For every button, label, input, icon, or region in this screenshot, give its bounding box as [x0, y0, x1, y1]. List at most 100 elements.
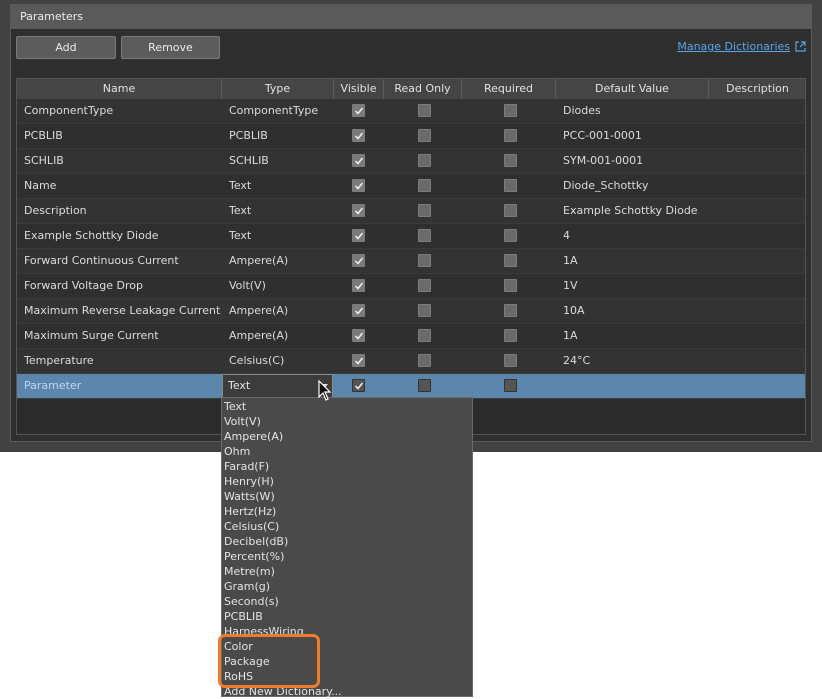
- table-row[interactable]: Example Schottky Diode Text 4: [17, 224, 805, 249]
- header-col-name[interactable]: Name: [17, 79, 222, 99]
- read-only-checkbox[interactable]: [418, 129, 431, 142]
- cell-type[interactable]: Ampere(A): [222, 324, 334, 348]
- visible-checkbox[interactable]: [352, 104, 365, 117]
- table-row[interactable]: Maximum Reverse Leakage Current Ampere(A)…: [17, 299, 805, 324]
- cell-default-value[interactable]: SYM-001-0001: [556, 149, 709, 173]
- cell-description[interactable]: [709, 349, 805, 373]
- read-only-checkbox[interactable]: [418, 179, 431, 192]
- header-col-type[interactable]: Type: [222, 79, 334, 99]
- cell-name[interactable]: PCBLIB: [17, 124, 222, 148]
- read-only-checkbox[interactable]: [418, 329, 431, 342]
- cell-description[interactable]: [709, 274, 805, 298]
- dropdown-option[interactable]: Henry(H): [224, 474, 274, 489]
- header-col-visible[interactable]: Visible: [334, 79, 384, 99]
- visible-checkbox[interactable]: [352, 304, 365, 317]
- dropdown-option[interactable]: Percent(%): [224, 549, 284, 564]
- required-checkbox[interactable]: [504, 129, 517, 142]
- cell-name[interactable]: Forward Voltage Drop: [17, 274, 222, 298]
- read-only-checkbox[interactable]: [418, 354, 431, 367]
- cell-default-value[interactable]: 4: [556, 224, 709, 248]
- cell-type[interactable]: Text: [222, 199, 334, 223]
- required-checkbox[interactable]: [504, 154, 517, 167]
- manage-dictionaries-link[interactable]: Manage Dictionaries: [677, 40, 806, 53]
- required-checkbox[interactable]: [504, 229, 517, 242]
- dropdown-option[interactable]: Hertz(Hz): [224, 504, 276, 519]
- cell-name[interactable]: Forward Continuous Current: [17, 249, 222, 273]
- remove-button[interactable]: Remove: [121, 36, 220, 59]
- header-col-description[interactable]: Description: [709, 79, 805, 99]
- cell-name[interactable]: Maximum Surge Current: [17, 324, 222, 348]
- cell-description[interactable]: [709, 99, 805, 123]
- table-row[interactable]: ComponentType ComponentType Diodes: [17, 99, 805, 124]
- read-only-checkbox[interactable]: [418, 279, 431, 292]
- cell-description[interactable]: [709, 249, 805, 273]
- cell-type[interactable]: ComponentType: [222, 99, 334, 123]
- table-row[interactable]: SCHLIB SCHLIB SYM-001-0001: [17, 149, 805, 174]
- required-checkbox[interactable]: [504, 304, 517, 317]
- cell-default-value[interactable]: 1V: [556, 274, 709, 298]
- cell-type[interactable]: SCHLIB: [222, 149, 334, 173]
- cell-name[interactable]: Parameter: [17, 374, 222, 398]
- cell-type[interactable]: Celsius(C): [222, 349, 334, 373]
- dropdown-option[interactable]: Ampere(A): [224, 429, 283, 444]
- cell-default-value[interactable]: 1A: [556, 324, 709, 348]
- read-only-checkbox[interactable]: [418, 154, 431, 167]
- header-col-default-value[interactable]: Default Value: [556, 79, 709, 99]
- visible-checkbox[interactable]: [352, 229, 365, 242]
- cell-type[interactable]: Ampere(A): [222, 249, 334, 273]
- dropdown-option[interactable]: Metre(m): [224, 564, 275, 579]
- cell-name[interactable]: Maximum Reverse Leakage Current: [17, 299, 222, 323]
- cell-default-value[interactable]: 24°C: [556, 349, 709, 373]
- required-checkbox[interactable]: [504, 104, 517, 117]
- required-checkbox[interactable]: [504, 329, 517, 342]
- table-row[interactable]: Forward Continuous Current Ampere(A) 1A: [17, 249, 805, 274]
- cell-default-value[interactable]: 1A: [556, 249, 709, 273]
- cell-description[interactable]: [709, 374, 805, 398]
- dropdown-option[interactable]: Volt(V): [224, 414, 261, 429]
- cell-type[interactable]: Ampere(A): [222, 299, 334, 323]
- cell-default-value[interactable]: PCC-001-0001: [556, 124, 709, 148]
- cell-default-value[interactable]: Diode_Schottky: [556, 174, 709, 198]
- read-only-checkbox[interactable]: [418, 254, 431, 267]
- cell-type[interactable]: PCBLIB: [222, 124, 334, 148]
- required-checkbox[interactable]: [504, 254, 517, 267]
- cell-name[interactable]: ComponentType: [17, 99, 222, 123]
- read-only-checkbox[interactable]: [418, 379, 431, 392]
- visible-checkbox[interactable]: [352, 354, 365, 367]
- cell-name[interactable]: SCHLIB: [17, 149, 222, 173]
- dropdown-option[interactable]: Watts(W): [224, 489, 275, 504]
- cell-type[interactable]: Volt(V): [222, 274, 334, 298]
- dropdown-option[interactable]: Text: [224, 399, 246, 414]
- required-checkbox[interactable]: [504, 354, 517, 367]
- read-only-checkbox[interactable]: [418, 304, 431, 317]
- cell-default-value[interactable]: [556, 374, 709, 398]
- table-row[interactable]: Forward Voltage Drop Volt(V) 1V: [17, 274, 805, 299]
- table-row[interactable]: Name Text Diode_Schottky: [17, 174, 805, 199]
- add-button[interactable]: Add: [16, 36, 116, 59]
- cell-name[interactable]: Temperature: [17, 349, 222, 373]
- required-checkbox[interactable]: [504, 204, 517, 217]
- header-col-read-only[interactable]: Read Only: [384, 79, 462, 99]
- read-only-checkbox[interactable]: [418, 104, 431, 117]
- required-checkbox[interactable]: [504, 379, 517, 392]
- table-row[interactable]: Temperature Celsius(C) 24°C: [17, 349, 805, 374]
- required-checkbox[interactable]: [504, 279, 517, 292]
- cell-default-value[interactable]: 10A: [556, 299, 709, 323]
- cell-name[interactable]: Description: [17, 199, 222, 223]
- dropdown-option[interactable]: PCBLIB: [224, 609, 263, 624]
- read-only-checkbox[interactable]: [418, 204, 431, 217]
- visible-checkbox[interactable]: [352, 279, 365, 292]
- dropdown-option[interactable]: Celsius(C): [224, 519, 279, 534]
- cell-default-value[interactable]: Example Schottky Diode: [556, 199, 709, 223]
- dropdown-option[interactable]: Gram(g): [224, 579, 270, 594]
- cell-description[interactable]: [709, 299, 805, 323]
- cell-type[interactable]: Text: [222, 224, 334, 248]
- visible-checkbox[interactable]: [352, 329, 365, 342]
- visible-checkbox[interactable]: [352, 154, 365, 167]
- visible-checkbox[interactable]: [352, 254, 365, 267]
- header-col-required[interactable]: Required: [462, 79, 556, 99]
- cell-description[interactable]: [709, 124, 805, 148]
- type-combobox[interactable]: Text: [222, 374, 333, 398]
- table-row[interactable]: Parameter Text: [17, 374, 805, 399]
- visible-checkbox[interactable]: [352, 179, 365, 192]
